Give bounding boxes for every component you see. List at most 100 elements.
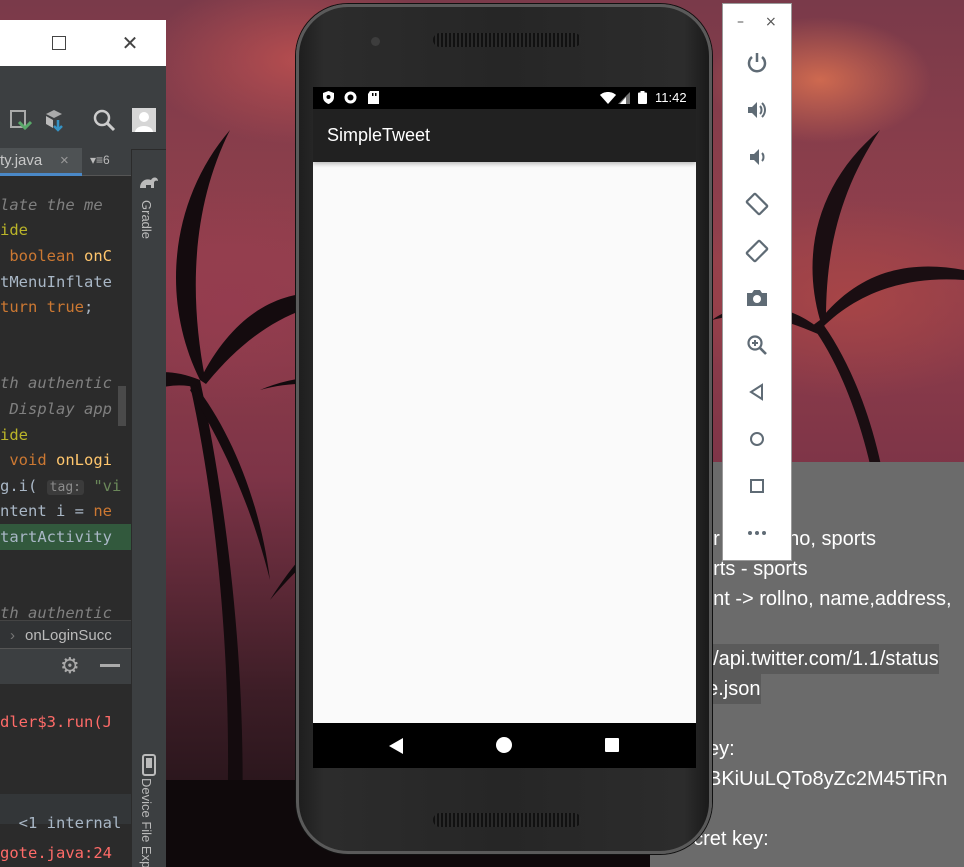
code-line: void onLogi — [0, 447, 131, 473]
emulator-controls: – × — [722, 3, 792, 561]
console-line: <1 internal — [0, 814, 122, 832]
nav-home-button[interactable] — [496, 737, 512, 753]
status-time: 11:42 — [655, 90, 687, 105]
device-file-explorer-tab[interactable]: Device File Explorer — [139, 778, 154, 867]
code-line: g.i( tag: "vi — [0, 473, 131, 499]
ide-window: ✕ ty.java × ▾≡6 late the me ide boolean … — [0, 20, 166, 867]
code-token: boolean — [0, 247, 84, 265]
editor-tab[interactable]: ty.java × — [0, 148, 82, 176]
battery-icon — [638, 91, 647, 104]
shield-icon — [323, 91, 334, 104]
code-token: turn true — [0, 298, 84, 316]
code-line: ide — [0, 217, 131, 243]
breadcrumb[interactable]: › onLoginSucc — [0, 620, 131, 650]
code-token: "vi — [83, 477, 122, 495]
code-token: tag: — [46, 480, 84, 495]
tab-overflow-button[interactable]: ▾≡6 — [90, 153, 110, 167]
phone-emulator: 11:42 SimpleTweet — [296, 4, 712, 854]
code-line: late the me — [0, 192, 131, 218]
editor-tabs: ty.java × ▾≡6 — [0, 148, 131, 176]
maximize-button[interactable] — [52, 36, 66, 50]
code-token: onC — [84, 247, 112, 265]
breadcrumb-label: onLoginSucc — [25, 627, 112, 644]
wifi-icon — [600, 92, 616, 104]
code-token: tMenuInflate — [0, 273, 112, 291]
code-token: void — [0, 451, 56, 469]
app-title: SimpleTweet — [327, 125, 431, 145]
hide-panel-icon[interactable] — [100, 664, 120, 667]
ide-menubar — [0, 66, 166, 90]
sdk-manager-icon[interactable] — [42, 108, 66, 132]
back-icon[interactable] — [745, 380, 769, 404]
breadcrumb-arrow-icon: › — [10, 627, 15, 644]
volume-up-icon[interactable] — [745, 98, 769, 122]
more-icon[interactable] — [745, 521, 769, 545]
overview-icon[interactable] — [745, 474, 769, 498]
ide-toolbar — [0, 90, 166, 150]
close-tab-icon[interactable]: × — [60, 148, 69, 174]
right-tool-strip: Gradle Device File Explorer — [131, 150, 166, 867]
run-console[interactable]: dler$3.run(J <1 internalgote.java:2467) — [0, 684, 131, 867]
volume-down-icon[interactable] — [745, 145, 769, 169]
tab-label: ty.java — [0, 152, 43, 169]
minimize-button[interactable]: – — [737, 14, 744, 30]
code-token: ; — [84, 298, 94, 316]
close-button[interactable]: ✕ — [120, 33, 140, 53]
navigation-bar — [313, 723, 696, 768]
code-line: ntent i = ne — [0, 498, 131, 524]
text-line: ://api.twitter.com/1.1/status — [702, 644, 939, 674]
gradle-icon — [140, 177, 158, 188]
code-line: boolean onC — [0, 243, 131, 269]
status-bar: 11:42 — [313, 87, 696, 109]
code-token: late the me — [0, 196, 103, 214]
device-icon — [142, 754, 156, 776]
rotate-right-icon[interactable] — [745, 239, 769, 263]
code-token: ntent i = — [0, 502, 94, 520]
code-token: tartActivity — [0, 528, 112, 546]
apply-changes-icon[interactable] — [8, 108, 32, 132]
ide-titlebar: ✕ — [0, 20, 166, 66]
front-camera — [371, 37, 380, 46]
text-line: BKiUuLQTo8yZc2M45TiRn — [708, 768, 948, 790]
home-icon[interactable] — [745, 427, 769, 451]
code-token: Display app — [0, 400, 112, 418]
code-line: ide — [0, 422, 131, 448]
power-icon[interactable] — [745, 51, 769, 75]
phone-screen[interactable]: 11:42 SimpleTweet — [313, 87, 696, 768]
code-token: onLogi — [56, 451, 112, 469]
gradle-tool-tab[interactable]: Gradle — [139, 200, 154, 239]
avatar[interactable] — [132, 108, 156, 132]
code-line: tartActivity — [0, 524, 131, 550]
code-token: ide — [0, 426, 28, 444]
code-token: ne — [93, 502, 112, 520]
console-line: gote.java:24 — [0, 844, 112, 862]
sd-card-icon — [368, 91, 379, 104]
app-toolbar: SimpleTweet — [313, 109, 696, 162]
rotate-left-icon[interactable] — [745, 192, 769, 216]
close-button[interactable]: × — [765, 14, 777, 30]
code-editor[interactable]: late the me ide boolean onC tMenuInflate tu… — [0, 176, 131, 656]
code-line: Display app — [0, 396, 131, 422]
bottom-speaker — [433, 813, 581, 827]
gear-icon[interactable]: ⚙ — [60, 653, 80, 679]
nav-back-button[interactable] — [389, 738, 403, 754]
text-line: ent -> rollno, name,address, — [702, 588, 952, 610]
code-token: g.i( — [0, 477, 47, 495]
code-line: tMenuInflate — [0, 269, 131, 295]
camera-icon[interactable] — [745, 286, 769, 310]
search-icon[interactable] — [92, 108, 116, 132]
code-token: ide — [0, 221, 28, 239]
run-panel-header: ⚙ — [0, 648, 131, 684]
nav-recents-button[interactable] — [605, 738, 619, 752]
code-token: th authentic — [0, 374, 112, 392]
code-line: th authentic — [0, 370, 131, 396]
text-line: ey: — [708, 738, 735, 760]
record-icon — [344, 91, 357, 104]
cell-signal-icon — [618, 92, 630, 104]
top-speaker — [433, 33, 581, 47]
zoom-icon[interactable] — [745, 333, 769, 357]
